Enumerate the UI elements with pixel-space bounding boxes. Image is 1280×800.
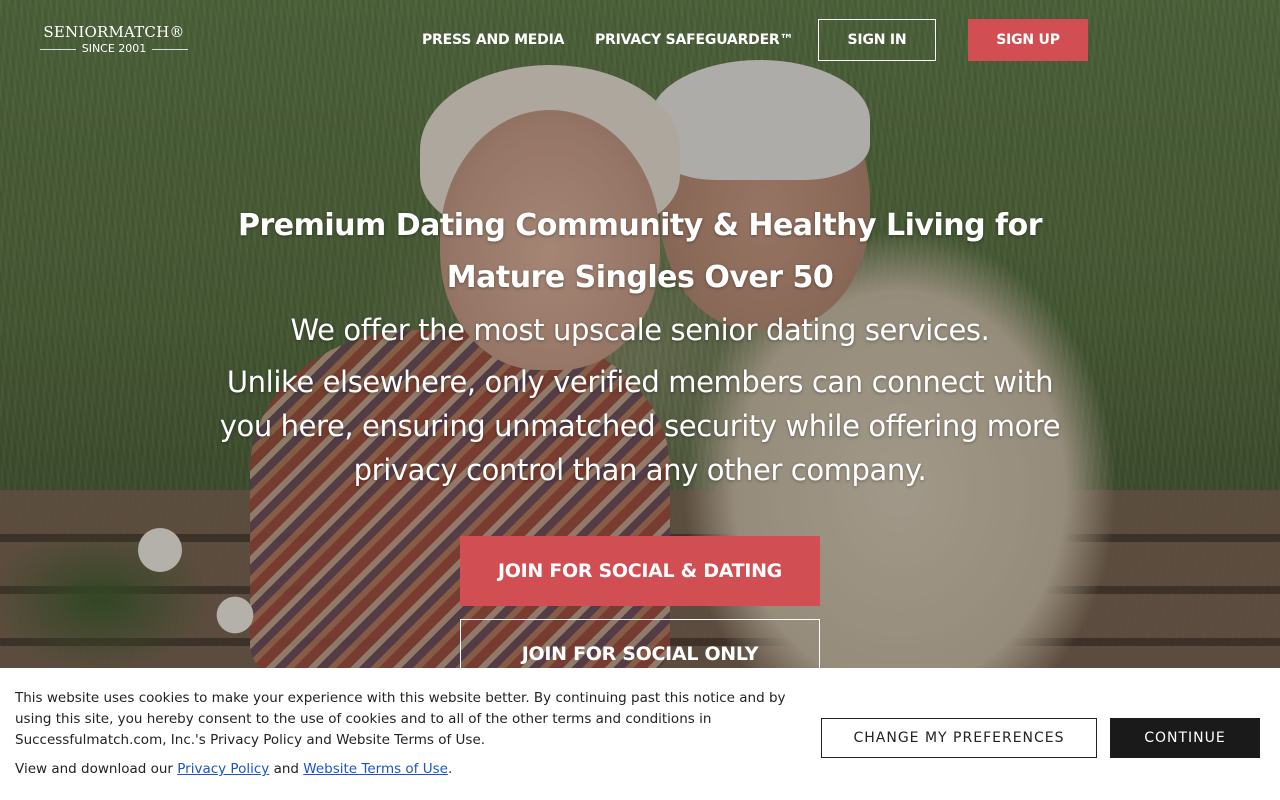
hero-paragraph: Unlike elsewhere, only verified members … [219,365,1061,487]
sign-up-button[interactable]: SIGN UP [968,19,1088,61]
hero-headline: Premium Dating Community & Healthy Livin… [237,208,1043,295]
privacy-policy-link[interactable]: Privacy Policy [177,761,269,777]
change-preferences-button[interactable]: CHANGE MY PREFERENCES [821,718,1097,758]
hero-text-block: Premium Dating Community & Healthy Livin… [190,200,1090,492]
logo[interactable]: SENIORMATCH® SINCE 2001 [40,22,189,56]
cookie-links-suffix: . [447,761,453,777]
continue-button[interactable]: CONTINUE [1110,718,1260,758]
cookie-links-prefix: View and download our [15,761,173,777]
hero-subheadline: We offer the most upscale senior dating … [290,313,990,347]
logo-name: SENIORMATCH® [43,23,185,41]
cookie-links-and: and [273,761,299,777]
logo-rule-left [40,48,76,50]
logo-tagline-row: SINCE 2001 [40,42,189,56]
cookie-links-line: View and download our Privacy Policy and… [15,759,452,780]
cookie-notice-text: This website uses cookies to make your e… [15,690,786,748]
terms-of-use-link[interactable]: Website Terms of Use [303,761,448,777]
nav-privacy-safeguarder[interactable]: PRIVACY SAFEGUARDER™ [595,30,794,50]
logo-tagline: SINCE 2001 [81,42,147,55]
sign-in-button[interactable]: SIGN IN [818,19,936,61]
nav-press-and-media[interactable]: PRESS AND MEDIA [422,30,564,50]
cookie-banner: This website uses cookies to make your e… [0,668,1280,800]
logo-rule-right [152,48,189,50]
join-social-dating-button[interactable]: JOIN FOR SOCIAL & DATING [460,536,820,606]
